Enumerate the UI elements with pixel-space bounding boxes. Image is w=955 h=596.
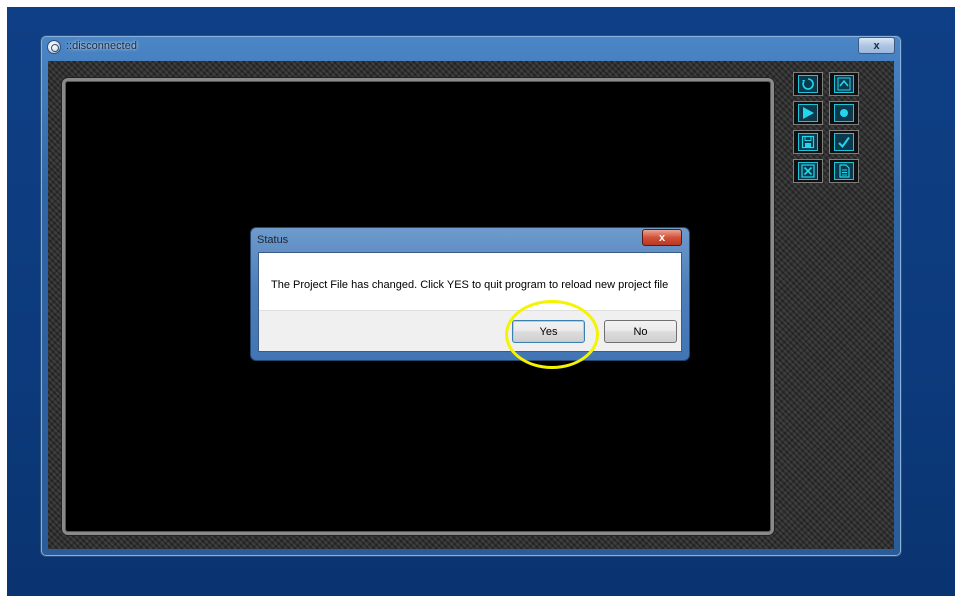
caret-up-icon (834, 75, 854, 93)
maximize-button[interactable] (829, 72, 859, 96)
dot-icon (834, 104, 854, 122)
circular-arrow-icon (798, 75, 818, 93)
no-button[interactable]: No (604, 320, 677, 343)
highlight-circle-annotation (505, 300, 599, 369)
dialog-message: The Project File has changed. Click YES … (271, 279, 669, 291)
play-button[interactable] (793, 101, 823, 125)
play-icon (798, 104, 818, 122)
dialog-close-button[interactable]: x (642, 229, 682, 246)
reset-button[interactable] (793, 72, 823, 96)
app-titlebar[interactable]: ::disconnected x (41, 36, 901, 58)
dialog-button-bar: Yes No (259, 310, 681, 351)
document-icon (834, 162, 854, 180)
cancel-button[interactable] (793, 159, 823, 183)
status-dialog: Status x The Project File has changed. C… (250, 227, 690, 361)
app-icon (47, 40, 61, 54)
check-button[interactable] (829, 130, 859, 154)
app-title: ::disconnected (66, 40, 137, 52)
x-box-icon (798, 162, 818, 180)
toolbar (793, 72, 859, 183)
save-button[interactable] (793, 130, 823, 154)
checkmark-icon (834, 133, 854, 151)
document-button[interactable] (829, 159, 859, 183)
dialog-title: Status (257, 234, 289, 246)
floppy-icon (798, 133, 818, 151)
dialog-body: The Project File has changed. Click YES … (258, 252, 682, 352)
record-button[interactable] (829, 101, 859, 125)
app-close-button[interactable]: x (858, 37, 895, 54)
